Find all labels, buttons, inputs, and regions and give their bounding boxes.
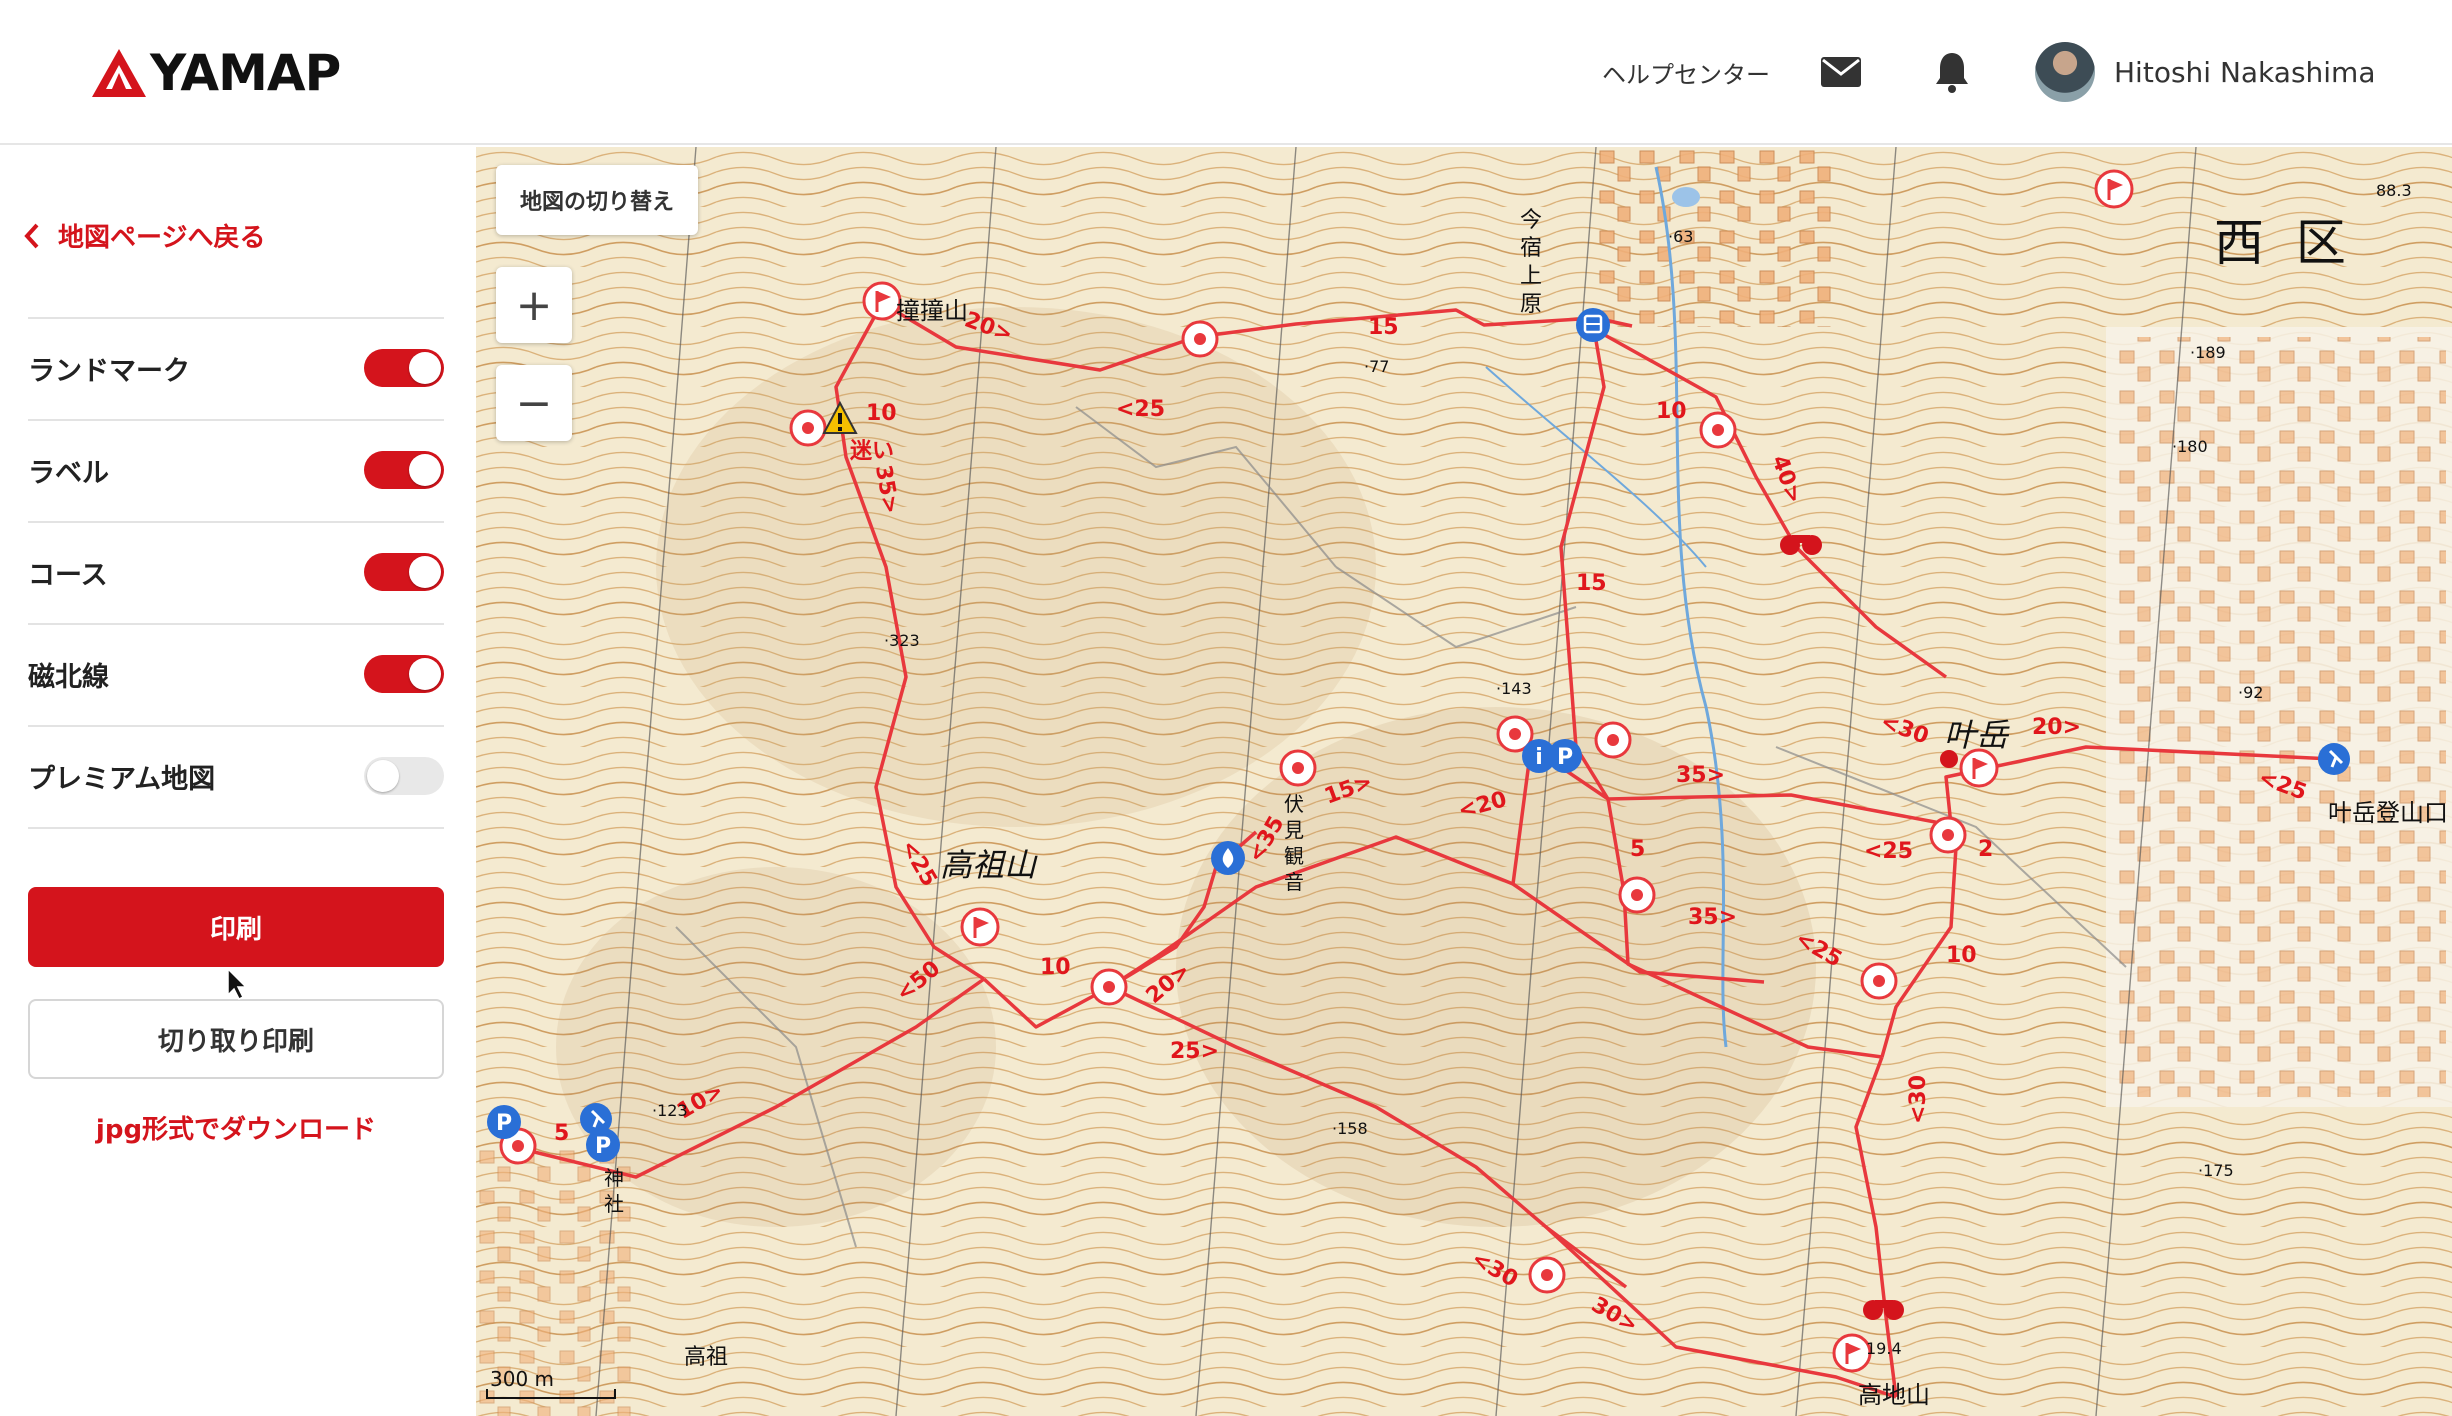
- bell-icon[interactable]: [1934, 50, 1970, 94]
- zoom-in-button[interactable]: +: [496, 267, 572, 343]
- elevation-label: ·92: [2238, 683, 2264, 702]
- toggle-row-landmark: ランドマーク: [28, 318, 444, 418]
- back-to-map-link[interactable]: 地図ページへ戻る: [22, 217, 265, 254]
- svg-text:P: P: [595, 1134, 611, 1159]
- course-time-label: 10: [866, 401, 897, 426]
- landmark-toggle[interactable]: [364, 349, 444, 387]
- back-link-label: 地図ページへ戻る: [58, 223, 266, 253]
- toggle-knob: [409, 658, 441, 690]
- place-label-nishi-ku: 西 区: [2214, 214, 2354, 272]
- toggle-label: プレミアム地図: [28, 763, 216, 795]
- route-label-lost: 迷い: [850, 439, 895, 464]
- elevation-label: ·158: [1332, 1119, 1368, 1138]
- label-toggle[interactable]: [364, 451, 444, 489]
- elevation-label: 88.3: [2376, 181, 2412, 200]
- course-time-label: 35>: [1688, 905, 1738, 930]
- course-time-label: <30: [1906, 1074, 1932, 1125]
- place-label-kanotake: 叶岳: [1944, 716, 2009, 754]
- elevation-label: ·323: [884, 631, 920, 650]
- course-time-label: 25>: [1170, 1039, 1220, 1064]
- course-time-label: <25: [1864, 839, 1914, 864]
- mouse-cursor-icon: [227, 967, 248, 1001]
- svg-text:P: P: [496, 1111, 512, 1136]
- course-time-label: 10: [1656, 399, 1687, 424]
- place-label-imajuku: 今宿上原: [1520, 208, 1543, 317]
- jpg-download-link[interactable]: jpg形式でダウンロード: [28, 1109, 444, 1146]
- place-label-dodoyama: 撞撞山: [896, 297, 968, 325]
- course-time-label: 5: [1630, 837, 1646, 862]
- toggle-label: ランドマーク: [28, 355, 190, 387]
- toggle-row-course: コース: [28, 522, 444, 622]
- toggle-label: 磁北線: [28, 661, 109, 693]
- logo-text: YAMAP: [150, 44, 341, 102]
- course-toggle[interactable]: [364, 553, 444, 591]
- help-center-link[interactable]: ヘルプセンター: [1602, 55, 1770, 90]
- elevation-label: ·175: [2198, 1161, 2234, 1180]
- elevation-label: ·63: [1668, 227, 1694, 246]
- print-settings-sidebar: 地図ページへ戻る ランドマーク ラベル コース 磁北線 プレミアム地図 印刷 切…: [0, 147, 476, 1416]
- magnetic-north-toggle[interactable]: [364, 655, 444, 693]
- chevron-left-icon: [24, 223, 39, 248]
- toggle-label: ラベル: [28, 457, 109, 489]
- elevation-label: ·123: [652, 1101, 688, 1120]
- toggle-label: コース: [28, 559, 108, 591]
- toggle-row-magnetic-north: 磁北線: [28, 624, 444, 724]
- course-time-label: 15: [1368, 315, 1399, 340]
- toggle-row-premium-map: プレミアム地図: [28, 726, 444, 826]
- print-button[interactable]: 印刷: [28, 887, 444, 967]
- elevation-label: ·143: [1496, 679, 1532, 698]
- user-avatar[interactable]: [2035, 42, 2095, 102]
- toggle-knob: [409, 454, 441, 486]
- course-time-label: 20>: [2032, 715, 2082, 740]
- app-header: YAMAP ヘルプセンター Hitoshi Nakashima: [0, 0, 2452, 145]
- toggle-row-label: ラベル: [28, 420, 444, 520]
- elevation-label: 19.4: [1866, 1339, 1902, 1358]
- cut-print-button[interactable]: 切り取り印刷: [28, 999, 444, 1079]
- yamap-logo[interactable]: YAMAP: [90, 44, 341, 102]
- course-time-label: 10: [1946, 943, 1977, 968]
- place-label-takasoyama: 高祖山: [940, 846, 1037, 884]
- scale-label: 300 m: [490, 1367, 555, 1391]
- svg-text:P: P: [1557, 745, 1573, 770]
- toggle-knob: [409, 352, 441, 384]
- place-label-takachiyama: 高地山: [1858, 1381, 1930, 1409]
- elevation-label: ·189: [2190, 343, 2226, 362]
- toggle-knob: [409, 556, 441, 588]
- course-time-label: 5: [554, 1121, 570, 1146]
- divider: [28, 827, 444, 829]
- premium-map-toggle[interactable]: [364, 757, 444, 795]
- place-label-fushimi-kannon: 伏見観音: [1284, 792, 1304, 894]
- toggle-knob: [367, 760, 399, 792]
- course-time-label: 2: [1978, 837, 1994, 862]
- svg-text:i: i: [1535, 745, 1543, 770]
- scale-bar: [486, 1389, 616, 1399]
- mail-icon[interactable]: [1820, 56, 1862, 88]
- map-canvas[interactable]: i P P P 西 区 叶岳 高祖山 高地山 高祖 叶岳登山口 神社 伏見観音 …: [476, 147, 2452, 1416]
- place-label-takaso: 高祖: [684, 1345, 729, 1370]
- map-switch-button[interactable]: 地図の切り替え: [496, 165, 698, 235]
- course-time-label: 15: [1576, 571, 1607, 596]
- elevation-label: ·77: [1364, 357, 1390, 376]
- course-time-label: <25: [1116, 397, 1166, 422]
- place-label-kanotake-trailhead: 叶岳登山口: [2328, 799, 2448, 827]
- elevation-label: ·180: [2172, 437, 2208, 456]
- course-time-label: 35>: [1676, 763, 1726, 788]
- place-label-jinja: 神社: [604, 1166, 624, 1216]
- user-name[interactable]: Hitoshi Nakashima: [2114, 56, 2376, 89]
- mountain-logo-icon: [92, 49, 146, 97]
- zoom-out-button[interactable]: −: [496, 365, 572, 441]
- topographic-map: i P P P: [476, 147, 2452, 1416]
- course-time-label: 10: [1040, 955, 1071, 980]
